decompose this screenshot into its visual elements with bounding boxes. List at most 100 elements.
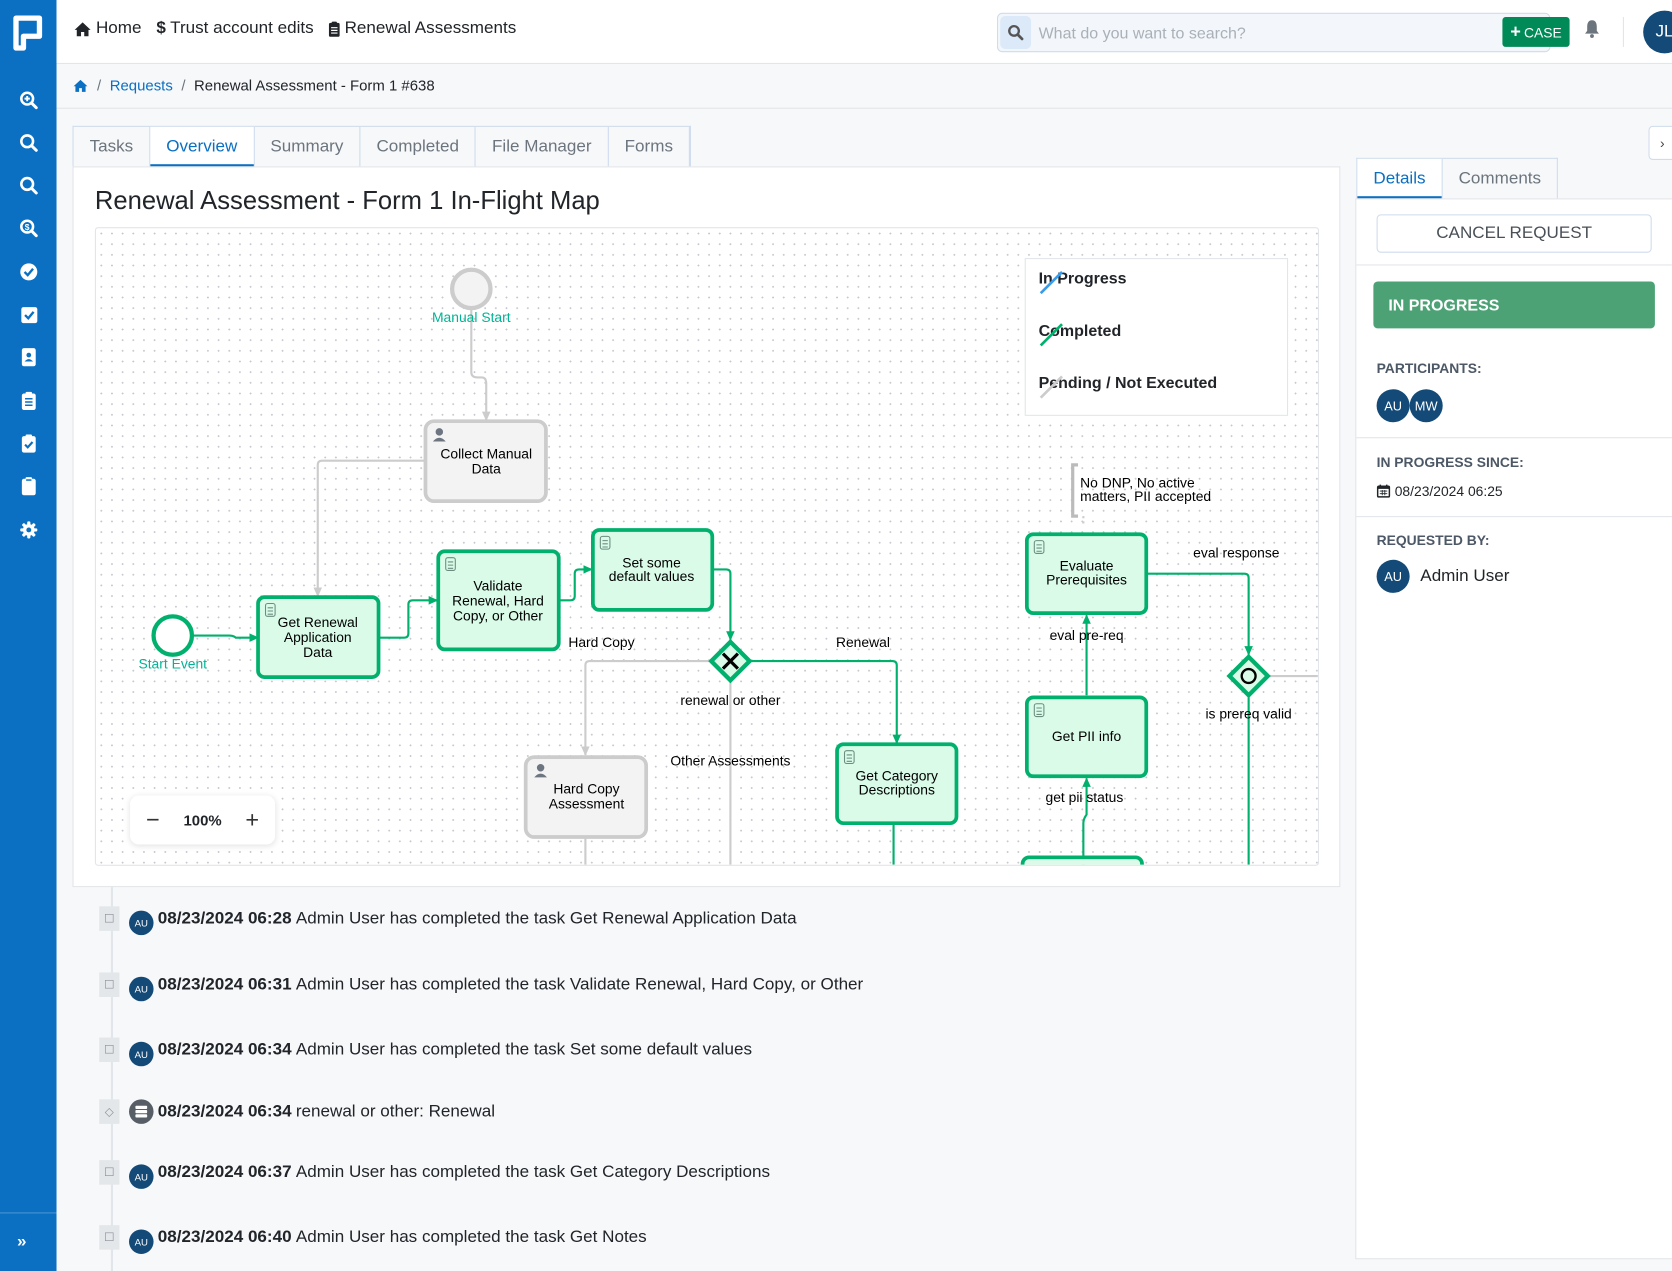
breadcrumb-current: Renewal Assessment - Form 1 #638 bbox=[193, 76, 435, 94]
pending-swatch-icon bbox=[1039, 375, 1063, 399]
clipboard-icon[interactable] bbox=[17, 475, 40, 498]
top-nav-renewal-assessments[interactable]: Renewal Assessments bbox=[329, 19, 516, 38]
top-nav-home-label: Home bbox=[95, 19, 142, 38]
add-case-button[interactable]: + CASE bbox=[1502, 17, 1570, 47]
search-dollar-icon[interactable]: $ bbox=[17, 216, 40, 239]
app-logo[interactable] bbox=[13, 15, 43, 51]
manual-start-label: Manual Start bbox=[432, 309, 511, 325]
id-badge-icon[interactable] bbox=[17, 345, 40, 368]
notifications-bell-icon[interactable] bbox=[1583, 19, 1600, 44]
check-circle-icon[interactable] bbox=[17, 260, 40, 283]
tab-comments[interactable]: Comments bbox=[1443, 159, 1557, 200]
label-hard-copy: Hard Copy bbox=[568, 634, 634, 650]
svg-text:Renewal, Hard: Renewal, Hard bbox=[452, 593, 544, 609]
label-other-assessments: Other Assessments bbox=[670, 753, 790, 769]
label-get-pii-status: get pii status bbox=[1046, 789, 1124, 805]
request-tabs: Tasks Overview Summary Completed File Ma… bbox=[72, 125, 692, 168]
zoom-out-button[interactable]: − bbox=[138, 806, 168, 834]
label-renewal-or-other: renewal or other bbox=[680, 692, 781, 708]
start-event bbox=[151, 614, 195, 657]
search-icon[interactable] bbox=[17, 174, 40, 197]
label-eval-response: eval response bbox=[1193, 545, 1280, 561]
gateway-renewal-or-other bbox=[708, 638, 753, 684]
activity-timeline: ☐ AU 08/23/2024 06:28 Admin User has com… bbox=[73, 887, 1339, 1271]
sidebar: $ » bbox=[0, 0, 57, 1271]
dollar-icon: $ bbox=[156, 19, 166, 38]
search-plus-icon[interactable] bbox=[17, 89, 40, 112]
timeline-text: Admin User has completed the task Get No… bbox=[295, 1227, 647, 1246]
task-get-pii-info: Get PII info bbox=[1024, 695, 1149, 779]
flow-evaluate-to-gateway2 bbox=[1147, 572, 1253, 656]
in-progress-since-value: 08/23/2024 06:25 bbox=[1394, 483, 1503, 500]
avatar: AU bbox=[129, 1164, 154, 1189]
flow-gateway-to-hard-copy bbox=[581, 660, 712, 757]
timeline-time: 08/23/2024 06:31 bbox=[157, 975, 292, 994]
task-hard-copy-assessment: Hard Copy Assessment bbox=[523, 755, 649, 839]
timeline-text: Admin User has completed the task Valida… bbox=[295, 975, 864, 994]
search-icon[interactable] bbox=[1000, 15, 1032, 50]
svg-text:Descriptions: Descriptions bbox=[859, 781, 935, 797]
timeline-item: ☐ AU 08/23/2024 06:34 Admin User has com… bbox=[99, 1033, 752, 1067]
map-legend: In Progress Completed Pending / Not Exec… bbox=[1024, 258, 1289, 416]
svg-text:Assessment: Assessment bbox=[549, 795, 625, 811]
legend-in-progress: In Progress bbox=[1039, 270, 1127, 295]
svg-text:default values: default values bbox=[609, 568, 695, 584]
user-avatar[interactable]: JL bbox=[1643, 10, 1672, 54]
global-search: ✕ bbox=[996, 12, 1551, 53]
svg-text:Collect Manual: Collect Manual bbox=[440, 446, 532, 462]
task-evaluate-prerequisites: Evaluate Prerequisites bbox=[1024, 532, 1149, 615]
task-square-icon: ☐ bbox=[99, 1225, 120, 1250]
legend-pending: Pending / Not Executed bbox=[1039, 374, 1217, 399]
in-progress-since-label: IN PROGRESS SINCE: bbox=[1376, 454, 1524, 471]
breadcrumb-requests-link[interactable]: Requests bbox=[110, 77, 173, 94]
process-map-canvas[interactable]: Manual Start Start Event Collect Manual … bbox=[94, 227, 1320, 866]
plus-icon: + bbox=[1510, 21, 1521, 42]
clipboard-check-icon[interactable] bbox=[17, 432, 40, 455]
avatar[interactable]: AU bbox=[1376, 559, 1410, 593]
timeline-time: 08/23/2024 06:37 bbox=[157, 1162, 292, 1181]
timeline-text: Admin User has completed the task Get Ca… bbox=[295, 1162, 770, 1181]
top-nav-trust-account-edits[interactable]: $ Trust account edits bbox=[156, 19, 313, 38]
svg-text:Application: Application bbox=[284, 629, 352, 645]
label-is-prereq-valid: is prereq valid bbox=[1205, 706, 1291, 722]
timeline-item: ☐ AU 08/23/2024 06:37 Admin User has com… bbox=[99, 1156, 770, 1189]
svg-text:Prerequisites: Prerequisites bbox=[1046, 571, 1127, 587]
details-tabs: Details Comments bbox=[1356, 157, 1559, 200]
svg-text:Get Renewal: Get Renewal bbox=[278, 614, 358, 630]
zoom-in-button[interactable]: + bbox=[237, 806, 267, 834]
tab-summary[interactable]: Summary bbox=[254, 126, 361, 168]
home-icon bbox=[74, 21, 91, 36]
timeline-item: ☐ AU 08/23/2024 06:31 Admin User has com… bbox=[99, 968, 864, 1002]
participant-avatar[interactable]: AU bbox=[1376, 389, 1410, 423]
top-nav-home[interactable]: Home bbox=[74, 19, 142, 38]
home-icon[interactable] bbox=[73, 78, 89, 92]
text-annotation: No DNP, No active matters, PII accepted bbox=[1071, 463, 1211, 518]
tab-completed[interactable]: Completed bbox=[360, 126, 477, 168]
tab-tasks[interactable]: Tasks bbox=[74, 126, 151, 168]
timeline-text: renewal or other: Renewal bbox=[295, 1102, 495, 1121]
label-renewal: Renewal bbox=[836, 634, 890, 650]
sidebar-divider bbox=[0, 1212, 57, 1214]
cancel-request-button[interactable]: CANCEL REQUEST bbox=[1376, 214, 1652, 253]
breadcrumb-separator: / bbox=[97, 76, 102, 94]
tab-forms[interactable]: Forms bbox=[609, 126, 691, 168]
search-input[interactable] bbox=[1036, 18, 1500, 48]
tab-details[interactable]: Details bbox=[1357, 158, 1443, 200]
timeline-text: Admin User has completed the task Get Re… bbox=[295, 909, 797, 928]
check-square-icon[interactable] bbox=[17, 303, 40, 326]
app-root: $ » Home $ Trust account edits Renewal A… bbox=[0, 0, 1672, 1271]
timeline-item: ☐ AU 08/23/2024 06:40 Admin User has com… bbox=[99, 1221, 647, 1254]
svg-text:Hard Copy: Hard Copy bbox=[553, 780, 619, 796]
tab-overview[interactable]: Overview bbox=[150, 126, 255, 168]
breadcrumb-separator: / bbox=[181, 76, 186, 94]
tab-file-manager[interactable]: File Manager bbox=[476, 126, 609, 168]
collapse-panel-button[interactable]: › bbox=[1648, 125, 1672, 160]
clipboard-list-icon[interactable] bbox=[17, 389, 40, 412]
flow-collect-to-get-renewal bbox=[313, 459, 426, 598]
participant-avatar[interactable]: MW bbox=[1409, 389, 1443, 423]
expand-sidebar-button[interactable]: » bbox=[17, 1233, 26, 1252]
search-icon[interactable] bbox=[17, 131, 40, 154]
top-bar: Home $ Trust account edits Renewal Asses… bbox=[56, 0, 1672, 64]
timeline-text: Admin User has completed the task Set so… bbox=[295, 1040, 752, 1059]
gear-icon[interactable] bbox=[17, 518, 40, 541]
